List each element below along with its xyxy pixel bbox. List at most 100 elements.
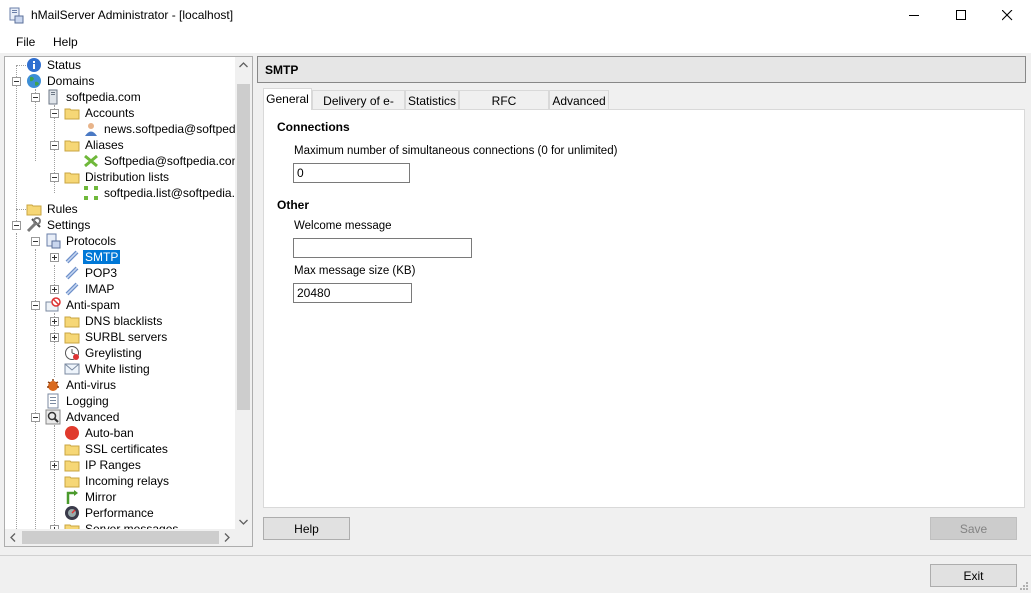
tab-rfc-compliance[interactable]: RFC compliance	[459, 90, 549, 122]
tree-label: Anti-spam	[66, 298, 121, 312]
expand-toggle[interactable]	[50, 285, 59, 294]
collapse-toggle[interactable]	[12, 221, 21, 230]
tree-label: Softpedia@softpedia.com	[104, 154, 242, 168]
app-icon	[9, 7, 24, 24]
expand-toggle[interactable]	[50, 317, 59, 326]
folder-icon	[64, 332, 80, 344]
maximize-button[interactable]	[938, 0, 984, 31]
anti-spam-icon	[45, 297, 61, 312]
folder-icon	[26, 204, 42, 216]
scroll-left-icon[interactable]	[5, 529, 22, 546]
gauge-icon	[65, 506, 79, 520]
globe-icon	[27, 74, 41, 88]
tree-label: Anti-virus	[66, 378, 117, 392]
folder-icon	[64, 476, 80, 488]
panel-title: SMTP	[265, 63, 299, 77]
window-title: hMailServer Administrator - [localhost]	[31, 8, 234, 22]
tree-label: Greylisting	[85, 346, 142, 360]
navigation-tree[interactable]: Status Domains softpedia.com Accounts ne…	[4, 56, 253, 547]
close-icon	[1002, 10, 1013, 21]
scroll-right-icon[interactable]	[218, 529, 235, 546]
minimize-button[interactable]	[891, 0, 937, 31]
envelope-icon	[64, 363, 80, 375]
tree-label: Mirror	[85, 490, 117, 504]
tree-label: IP Ranges	[85, 458, 141, 472]
menu-help[interactable]: Help	[53, 35, 78, 49]
scroll-up-icon[interactable]	[235, 57, 252, 74]
protocols-icon	[46, 233, 61, 249]
welcome-message-input[interactable]	[293, 238, 472, 258]
tree-label: news.softpedia@softpedia.com	[104, 122, 252, 136]
tree-label: Rules	[47, 202, 78, 216]
tree-label: Aliases	[85, 138, 124, 152]
server-icon	[48, 89, 58, 105]
tree-label: Settings	[47, 218, 91, 232]
scroll-down-icon[interactable]	[235, 513, 252, 530]
protocol-icon	[65, 250, 79, 264]
menu-bar: File Help	[0, 31, 1031, 53]
expand-toggle[interactable]	[50, 333, 59, 342]
panel-header: SMTP	[257, 56, 1026, 83]
collapse-toggle[interactable]	[50, 109, 59, 118]
close-button[interactable]	[984, 0, 1030, 31]
tree-label: Logging	[66, 394, 109, 408]
collapse-toggle[interactable]	[31, 301, 40, 310]
tree-label: softpedia.list@softpedia.com	[104, 186, 253, 200]
virus-icon	[47, 379, 59, 391]
collapse-toggle[interactable]	[31, 413, 40, 422]
tree-horizontal-scrollbar[interactable]	[5, 529, 252, 546]
title-bar: hMailServer Administrator - [localhost]	[0, 0, 1031, 31]
resize-grip-icon[interactable]	[1019, 581, 1029, 591]
tree-vertical-scrollbar[interactable]	[235, 57, 252, 530]
tools-icon	[26, 217, 41, 233]
collapse-toggle[interactable]	[31, 93, 40, 102]
stop-icon	[65, 426, 79, 440]
expand-toggle[interactable]	[50, 461, 59, 470]
mirror-icon	[66, 490, 78, 504]
help-button[interactable]: Help	[263, 517, 350, 540]
save-button[interactable]: Save	[930, 517, 1017, 540]
tree-label: SMTP	[83, 250, 121, 264]
tree-label: DNS blacklists	[85, 314, 163, 328]
tree-label: IMAP	[85, 282, 115, 296]
max-connections-input[interactable]: 0	[293, 163, 410, 183]
collapse-toggle[interactable]	[31, 237, 40, 246]
max-message-size-input[interactable]: 20480	[293, 283, 412, 303]
tab-advanced[interactable]: Advanced	[549, 90, 609, 109]
user-icon	[85, 123, 97, 136]
collapse-toggle[interactable]	[12, 77, 21, 86]
magnifier-icon	[45, 409, 61, 425]
tree-label: SSL certificates	[85, 442, 168, 456]
menu-file[interactable]: File	[16, 35, 35, 49]
exit-button[interactable]: Exit	[930, 564, 1017, 587]
tree-label: Auto-ban	[85, 426, 134, 440]
log-icon	[47, 393, 59, 409]
tab-statistics[interactable]: Statistics	[405, 90, 459, 109]
footer-bar: Exit	[0, 556, 1031, 593]
tree-label: Status	[47, 58, 82, 72]
collapse-toggle[interactable]	[50, 141, 59, 150]
tree-label: POP3	[85, 266, 118, 280]
max-connections-label: Maximum number of simultaneous connectio…	[294, 145, 618, 157]
clock-icon	[65, 346, 79, 360]
scroll-thumb[interactable]	[237, 84, 250, 410]
tree-label: Incoming relays	[85, 474, 170, 488]
tab-general[interactable]: General	[263, 88, 312, 110]
max-message-size-label: Max message size (KB)	[294, 265, 416, 277]
expand-toggle[interactable]	[50, 253, 59, 262]
folder-icon	[64, 172, 80, 184]
tree-label: SURBL servers	[85, 330, 168, 344]
tree-label: softpedia.com	[66, 90, 141, 104]
tree-label: Advanced	[66, 410, 120, 424]
folder-icon	[64, 444, 80, 456]
protocol-icon	[65, 282, 79, 296]
tab-page-general: Connections Maximum number of simultaneo…	[263, 109, 1025, 508]
tree-label: Accounts	[85, 106, 135, 120]
folder-icon	[64, 108, 80, 120]
tree-label: White listing	[85, 362, 150, 376]
collapse-toggle[interactable]	[50, 173, 59, 182]
tab-delivery[interactable]: Delivery of e-mail	[312, 90, 405, 122]
scroll-thumb[interactable]	[22, 531, 219, 544]
maximize-icon	[956, 10, 966, 20]
tree-label: Distribution lists	[85, 170, 170, 184]
